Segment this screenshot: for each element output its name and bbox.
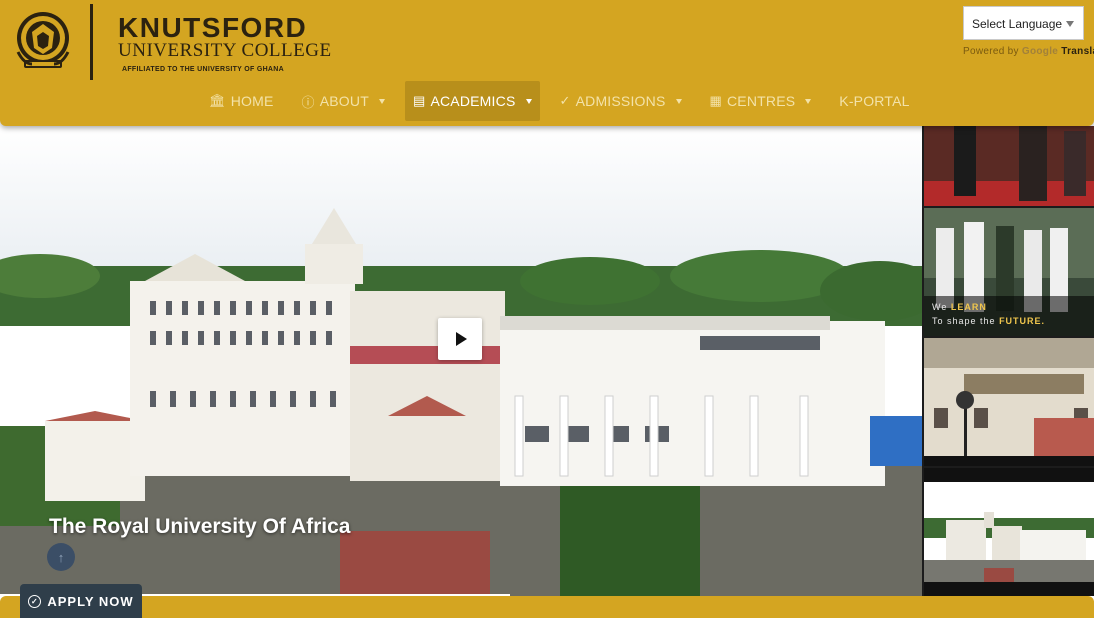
institution-icon: 🏛 xyxy=(209,93,226,108)
university-crest-logo[interactable] xyxy=(12,8,74,76)
chevron-down-icon xyxy=(1066,21,1074,27)
nav-academics-label: ACADEMICS xyxy=(430,93,516,109)
nav-k-portal-label: K-PORTAL xyxy=(839,93,910,109)
main-navigation: 🏛 HOME ⓘ ABOUT ▤ ACADEMICS ✓ ADMISSIONS … xyxy=(201,81,930,121)
thumbnail-graduation[interactable] xyxy=(924,126,1094,206)
building-icon: ▦ xyxy=(709,93,722,108)
nav-home-label: HOME xyxy=(230,93,274,109)
nav-admissions[interactable]: ✓ ADMISSIONS xyxy=(552,81,690,121)
thumbnail-campus-aerial[interactable] xyxy=(924,468,1094,596)
nav-k-portal[interactable]: K-PORTAL xyxy=(831,81,917,121)
brand-affiliation: AFFILIATED TO THE UNIVERSITY OF GHANA xyxy=(122,66,284,73)
check-circle-icon: ✓ xyxy=(28,594,42,608)
scroll-to-top-button[interactable]: ↑ xyxy=(47,543,75,571)
nav-centres[interactable]: ▦ CENTRES xyxy=(702,81,820,121)
apply-now-label: APPLY NOW xyxy=(47,593,134,609)
book-icon: ▤ xyxy=(412,93,426,108)
google-translate-attribution: Powered by Google Translate xyxy=(963,46,1094,57)
caption-we: We xyxy=(932,302,948,312)
powered-by-text: Powered by xyxy=(963,46,1019,57)
brand-name: KNUTSFORD xyxy=(118,12,308,43)
hero-video-slide[interactable]: The Royal University Of Africa ↑ xyxy=(0,126,922,596)
language-select[interactable]: Select Language xyxy=(963,6,1084,40)
dropdown-caret-icon xyxy=(675,98,682,104)
site-header: KNUTSFORD UNIVERSITY COLLEGE AFFILIATED … xyxy=(0,0,1094,126)
thumbnail-we-learn[interactable]: We LEARN To shape the FUTURE. xyxy=(924,208,1094,336)
dropdown-caret-icon xyxy=(525,98,532,104)
play-video-button[interactable] xyxy=(438,318,482,360)
arrow-up-icon: ↑ xyxy=(57,549,65,565)
building-sign-photo xyxy=(924,338,1094,466)
nav-about-label: ABOUT xyxy=(319,93,369,109)
hero-title: The Royal University Of Africa xyxy=(49,515,351,538)
caption-to-shape: To shape the xyxy=(932,316,996,326)
caption-future: FUTURE. xyxy=(999,316,1046,326)
campus-aerial-photo xyxy=(924,468,1094,596)
thumbnail-caption-line1: We LEARN xyxy=(932,302,987,312)
google-logo-text[interactable]: Google xyxy=(1022,46,1058,57)
brand-wordmark[interactable]: KNUTSFORD UNIVERSITY COLLEGE AFFILIATED … xyxy=(118,12,332,74)
info-circle-icon: ⓘ xyxy=(301,94,315,110)
play-icon xyxy=(456,332,467,346)
nav-admissions-label: ADMISSIONS xyxy=(575,93,666,109)
thumbnail-caption-line2: To shape the FUTURE. xyxy=(932,316,1045,326)
graduation-photo xyxy=(924,126,1094,206)
nav-home[interactable]: 🏛 HOME xyxy=(201,81,282,121)
apply-now-button[interactable]: ✓ APPLY NOW xyxy=(20,584,142,618)
thumbnail-building-sign[interactable] xyxy=(924,338,1094,466)
translate-link[interactable]: Translate xyxy=(1061,46,1094,57)
nav-centres-label: CENTRES xyxy=(726,93,796,109)
dropdown-caret-icon xyxy=(378,98,385,104)
language-select-label: Select Language xyxy=(972,17,1063,31)
caption-learn: LEARN xyxy=(950,302,987,312)
nav-about[interactable]: ⓘ ABOUT xyxy=(294,81,393,121)
nav-academics[interactable]: ▤ ACADEMICS xyxy=(404,81,540,121)
slide-thumbnail-strip: We LEARN To shape the FUTURE. xyxy=(922,126,1094,596)
dropdown-caret-icon xyxy=(805,98,812,104)
footer-bar xyxy=(0,596,1094,618)
brand-subtitle: UNIVERSITY COLLEGE xyxy=(118,40,332,61)
header-divider xyxy=(90,4,93,80)
check-circle-icon: ✓ xyxy=(559,93,571,108)
